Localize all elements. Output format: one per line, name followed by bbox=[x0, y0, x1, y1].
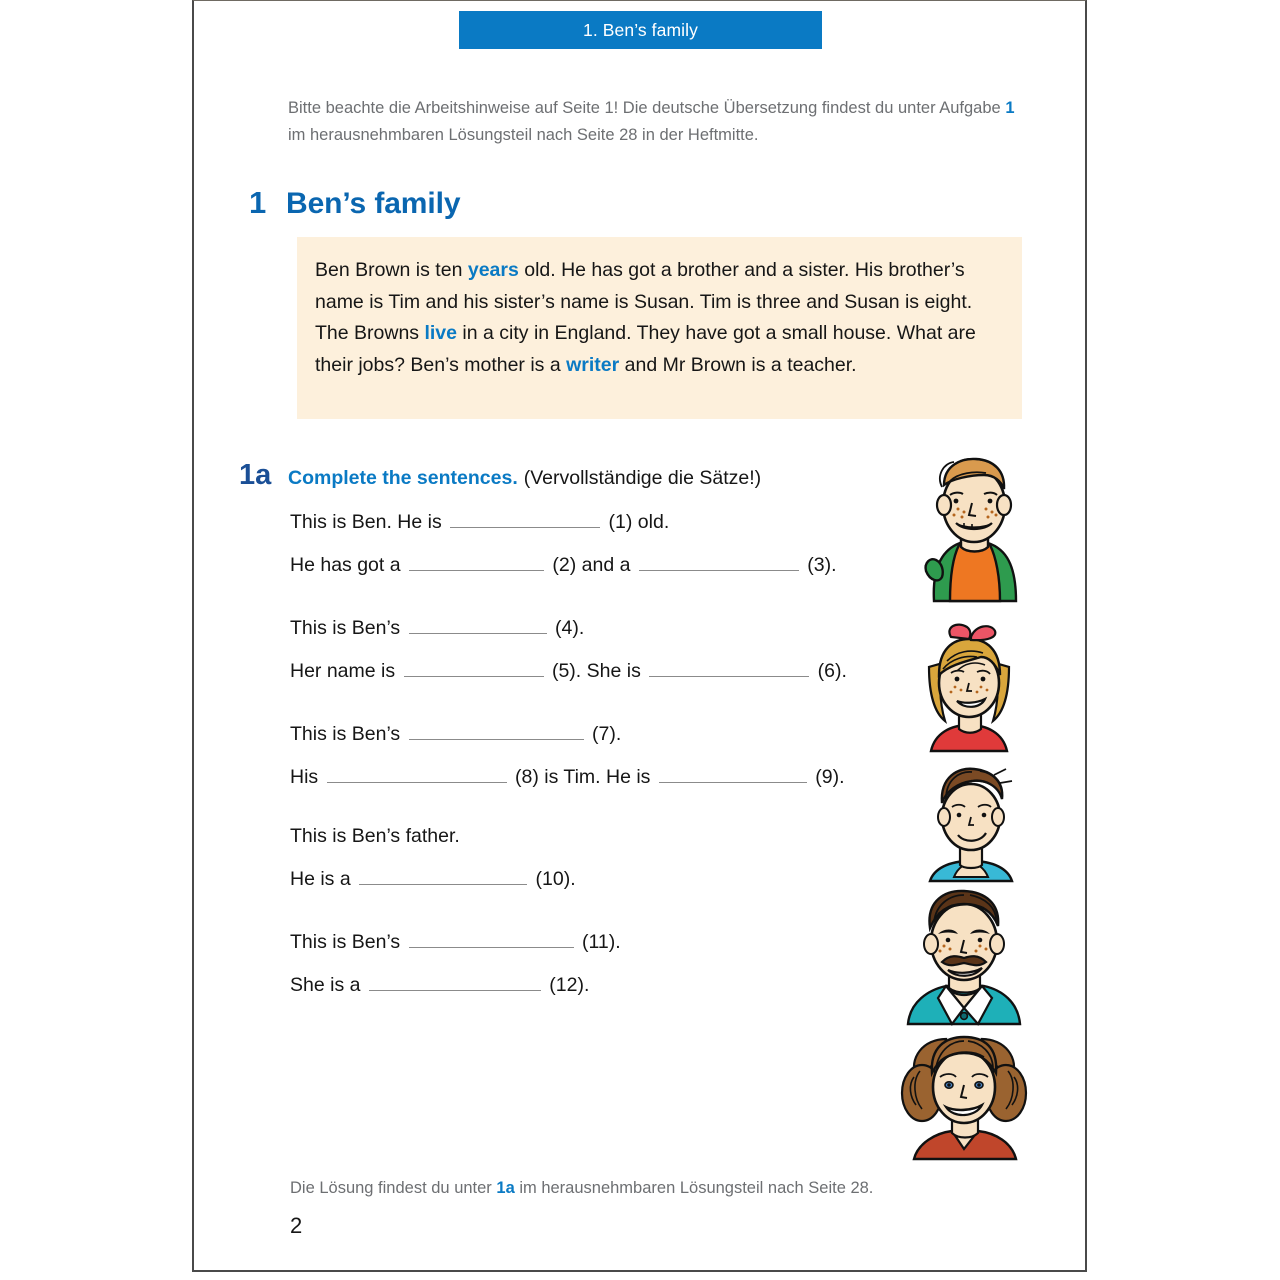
intro-note: Bitte beachte die Arbeitshinweise auf Se… bbox=[288, 95, 1018, 148]
worksheet-page: 1. Ben’s family Bitte beachte die Arbeit… bbox=[192, 0, 1087, 1272]
exercise-text: His bbox=[290, 765, 324, 788]
portrait-tim bbox=[914, 759, 1029, 884]
task-instruction-german: (Vervollständige die Sätze!) bbox=[523, 467, 762, 489]
exercise-text: She is a bbox=[290, 973, 366, 996]
story-keyword-live: live bbox=[424, 322, 457, 345]
portrait-susan bbox=[909, 621, 1029, 756]
story-paragraph: Ben Brown is ten years old. He has got a… bbox=[315, 255, 998, 381]
exercise-block: This is Ben’s (7). His (8) is Tim. He is … bbox=[290, 721, 950, 787]
answer-blank[interactable] bbox=[326, 764, 507, 783]
story-seg-1: Ben Brown is ten bbox=[315, 259, 468, 281]
answer-blank[interactable] bbox=[408, 929, 574, 948]
exercise-text: (8) is Tim. He is bbox=[509, 765, 656, 788]
story-text-box: Ben Brown is ten years old. He has got a… bbox=[297, 237, 1022, 419]
exercise-line: Her name is (5). She is (6). bbox=[290, 658, 950, 682]
exercise-line: He has got a (2) and a (3). bbox=[290, 552, 950, 576]
page-title: 1 Ben’s family bbox=[249, 185, 461, 221]
answer-blank[interactable] bbox=[450, 509, 601, 528]
footer-task-ref: 1a bbox=[496, 1179, 515, 1197]
exercise-text: (11). bbox=[576, 931, 621, 953]
page-title-number: 1 bbox=[249, 185, 267, 220]
intro-note-part1: Bitte beachte die Arbeitshinweise auf Se… bbox=[288, 99, 1006, 117]
exercise-line: This is Ben’s (4). bbox=[290, 615, 950, 639]
task-number: 1a bbox=[239, 459, 272, 491]
exercise-line: She is a (12). bbox=[290, 972, 950, 996]
answer-blank[interactable] bbox=[368, 972, 541, 991]
page-number: 2 bbox=[290, 1213, 303, 1238]
answer-blank[interactable] bbox=[409, 552, 544, 571]
story-keyword-writer: writer bbox=[566, 353, 620, 376]
exercise-text: This is Ben’s father. bbox=[290, 825, 460, 847]
exercise-line: This is Ben’s (11). bbox=[290, 929, 950, 953]
intro-note-part2: im herausnehmbaren Lösungsteil nach Seit… bbox=[288, 125, 759, 144]
footer-part1: Die Lösung findest du unter bbox=[290, 1179, 497, 1197]
exercise-block: This is Ben’s father. He is a (10). bbox=[290, 825, 950, 890]
story-seg-4: and Mr Brown is a teacher. bbox=[619, 353, 857, 376]
exercise-text: (10). bbox=[530, 867, 576, 890]
portrait-mother bbox=[894, 1031, 1034, 1161]
exercise-line: This is Ben’s father. bbox=[290, 825, 950, 847]
task-instruction-english: Complete the sentences. bbox=[288, 467, 518, 489]
exercise-text: He is a bbox=[290, 867, 357, 890]
story-keyword-years: years bbox=[467, 259, 519, 281]
answer-blank[interactable] bbox=[408, 721, 584, 740]
exercise-text: (3). bbox=[801, 553, 837, 576]
exercise-block: This is Ben’s (11). She is a (12). bbox=[290, 929, 950, 995]
exercise-text: (2) and a bbox=[547, 553, 636, 576]
exercise-list: This is Ben. He is (1) old. He has got a … bbox=[290, 509, 950, 1035]
answer-blank[interactable] bbox=[408, 615, 547, 634]
exercise-text: He has got a bbox=[290, 553, 406, 576]
exercise-text: (4). bbox=[549, 617, 585, 639]
chapter-tab-label: 1. Ben’s family bbox=[583, 19, 698, 40]
exercise-text: This is Ben’s bbox=[290, 617, 406, 639]
exercise-line: His (8) is Tim. He is (9). bbox=[290, 764, 950, 788]
answer-blank[interactable] bbox=[658, 764, 807, 783]
exercise-text: Her name is bbox=[290, 659, 401, 682]
exercise-text: (12). bbox=[543, 973, 590, 996]
exercise-text: This is Ben’s bbox=[290, 931, 406, 953]
exercise-block: This is Ben’s (4). Her name is (5). She i… bbox=[290, 615, 950, 681]
portrait-father bbox=[894, 886, 1034, 1026]
page-title-text: Ben’s family bbox=[286, 187, 461, 220]
exercise-text: This is Ben. He is bbox=[290, 511, 448, 533]
footer-part2: im herausnehmbaren Lösungsteil nach Seit… bbox=[514, 1179, 874, 1197]
exercise-text: (7). bbox=[586, 723, 622, 745]
exercise-text: (6). bbox=[812, 659, 847, 682]
footer-solution-note: Die Lösung findest du unter 1a im heraus… bbox=[290, 1179, 873, 1198]
answer-blank[interactable] bbox=[359, 866, 528, 885]
exercise-text: (9). bbox=[809, 765, 845, 788]
exercise-text: (1) old. bbox=[603, 511, 670, 533]
exercise-text: This is Ben’s bbox=[290, 723, 406, 745]
exercise-line: This is Ben. He is (1) old. bbox=[290, 509, 950, 533]
portrait-ben bbox=[904, 453, 1034, 603]
task-heading: 1a Complete the sentences. (Vervollständ… bbox=[239, 459, 761, 492]
exercise-line: He is a (10). bbox=[290, 866, 950, 890]
exercise-block: This is Ben. He is (1) old. He has got a … bbox=[290, 509, 950, 575]
answer-blank[interactable] bbox=[649, 658, 810, 677]
intro-note-task-ref: 1 bbox=[1005, 99, 1015, 117]
exercise-text: (5). She is bbox=[546, 659, 647, 682]
exercise-line: This is Ben’s (7). bbox=[290, 721, 950, 745]
chapter-tab: 1. Ben’s family bbox=[459, 11, 822, 49]
answer-blank[interactable] bbox=[638, 552, 799, 571]
answer-blank[interactable] bbox=[403, 658, 544, 677]
